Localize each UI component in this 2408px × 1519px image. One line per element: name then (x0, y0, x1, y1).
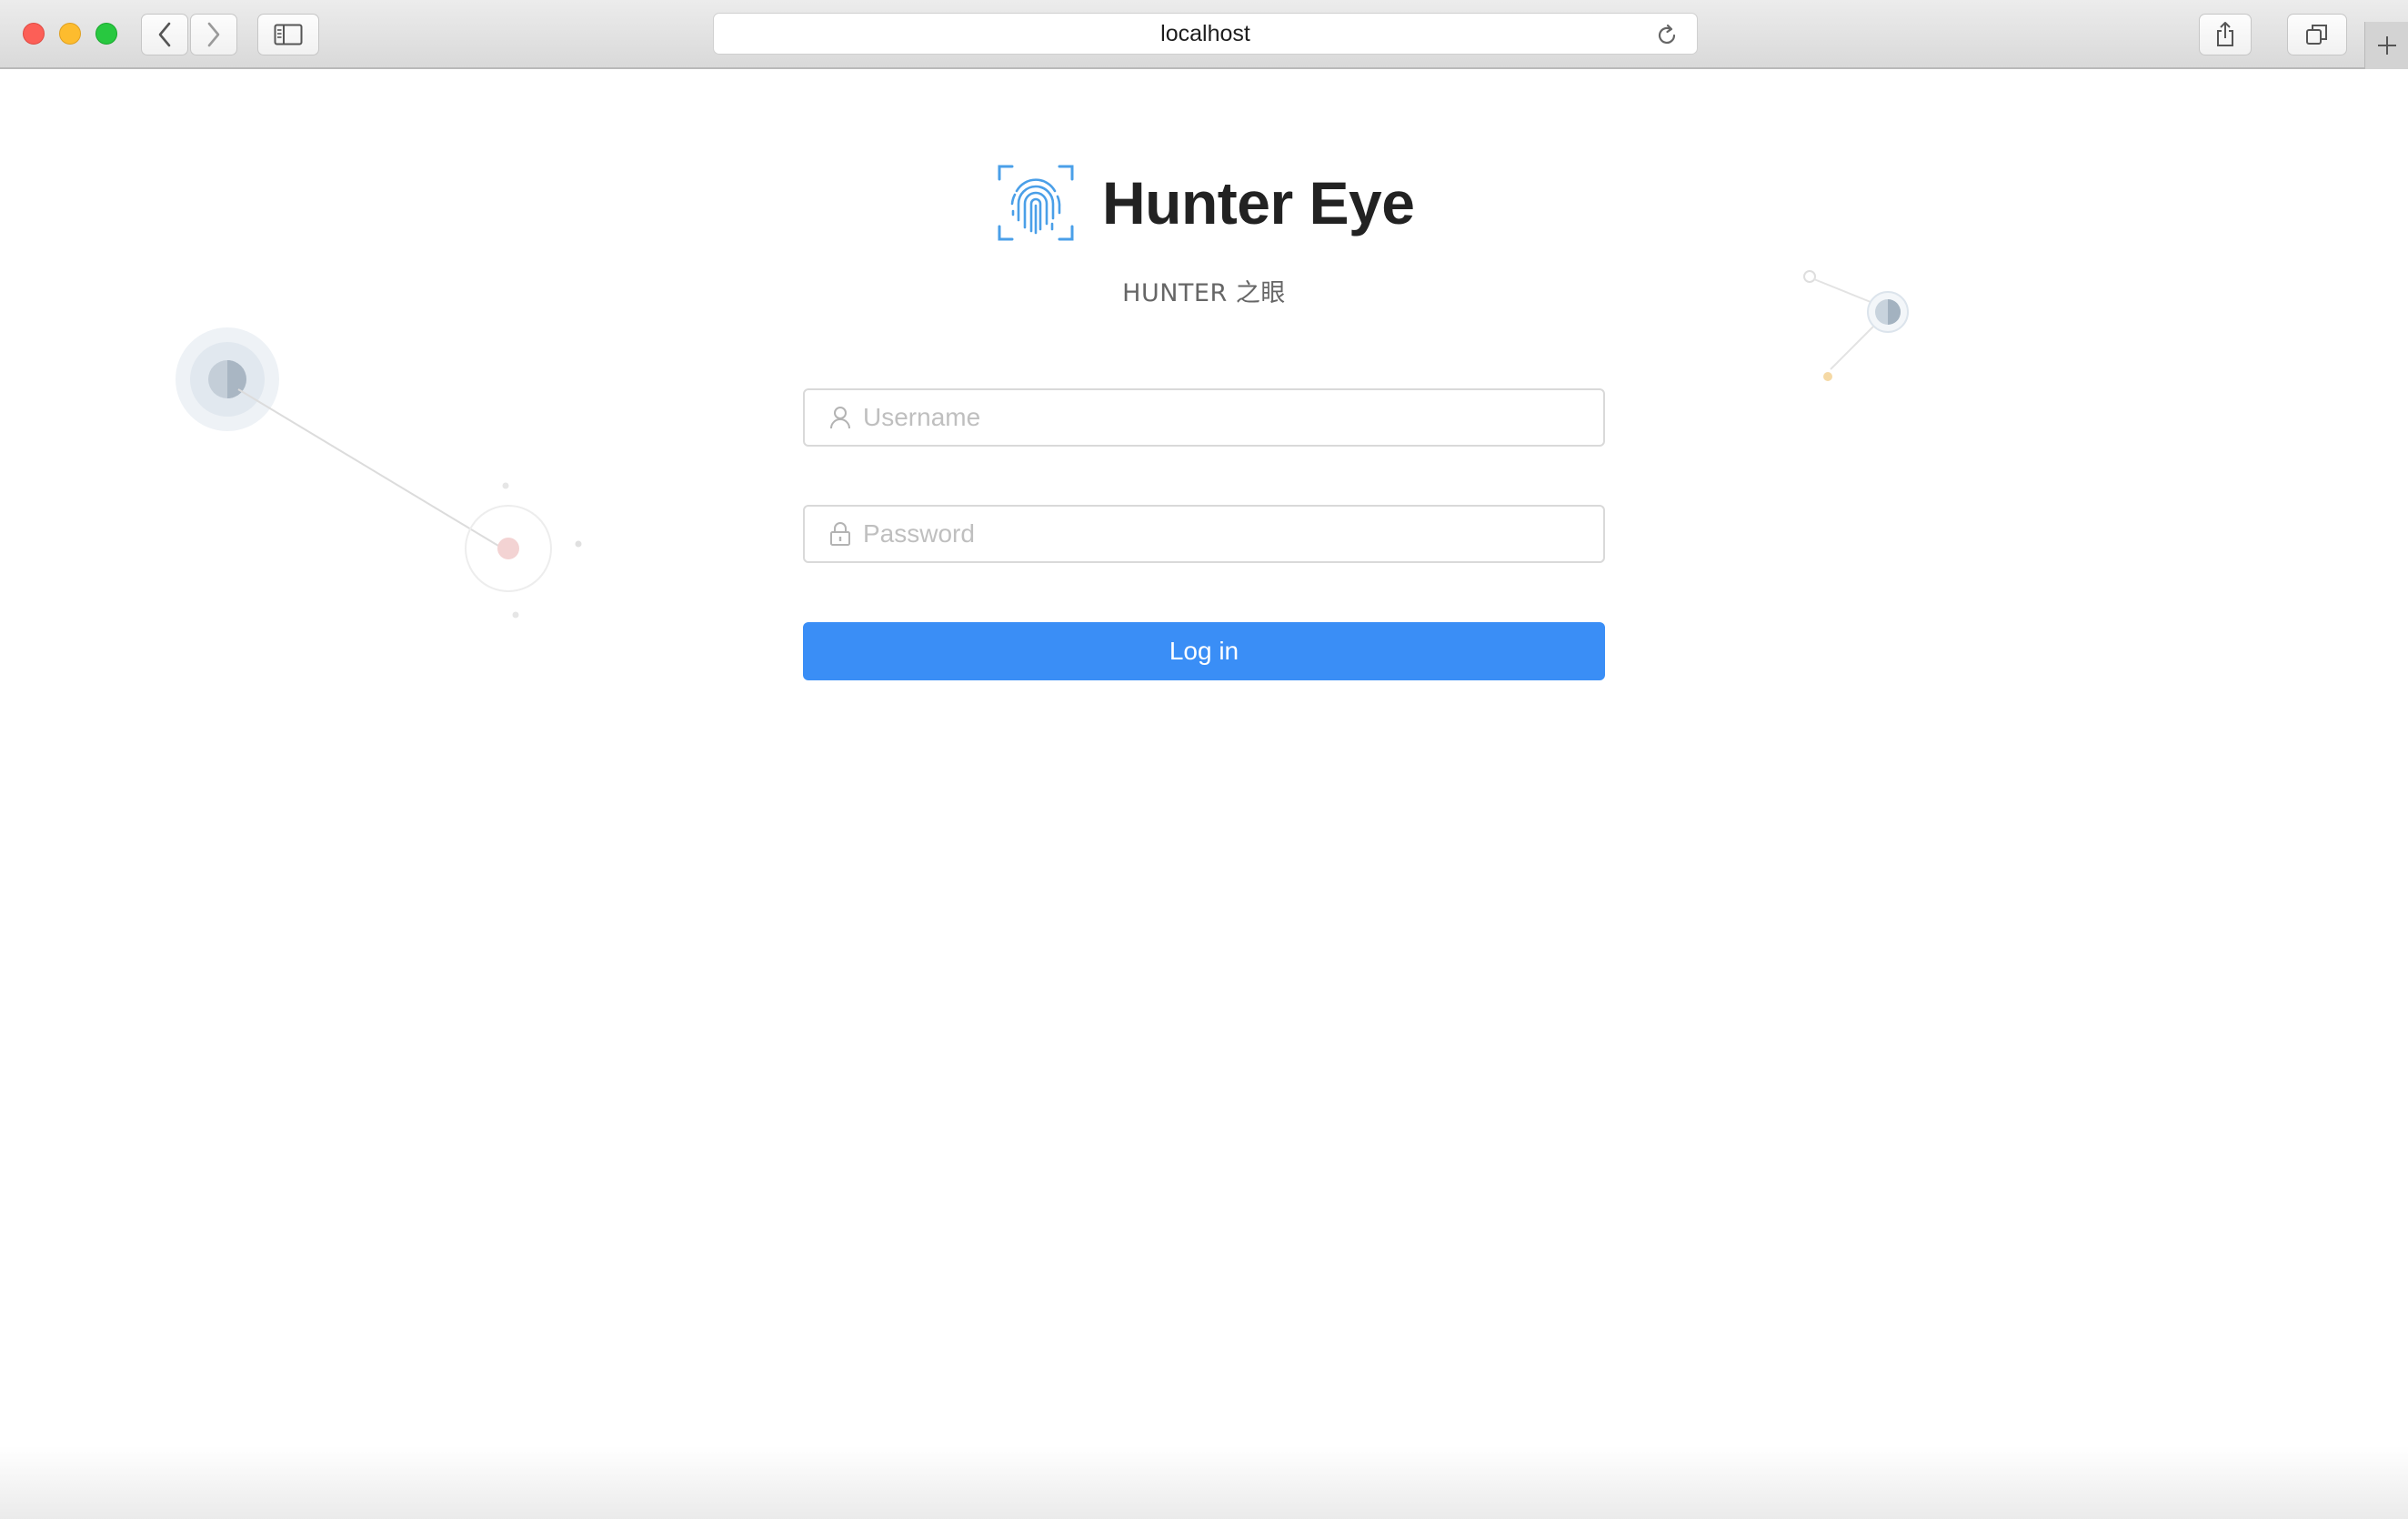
chevron-left-icon (158, 22, 171, 47)
login-page: Hunter Eye HUNTER 之眼 Log in (0, 71, 2408, 1519)
share-button[interactable] (2199, 14, 2252, 55)
share-icon (2217, 22, 2233, 46)
username-field[interactable] (803, 388, 1605, 447)
brand-header: Hunter Eye (997, 162, 1415, 244)
password-field[interactable] (803, 505, 1605, 563)
sidebar-icon (274, 24, 303, 45)
address-bar[interactable]: localhost (713, 13, 1698, 55)
new-tab-button[interactable] (2364, 22, 2408, 69)
brand-title: Hunter Eye (1102, 169, 1415, 236)
user-icon (828, 405, 852, 430)
zoom-window-button[interactable] (95, 23, 117, 45)
reload-icon[interactable] (1655, 24, 1679, 47)
page-bottom-shadow (0, 1446, 2408, 1519)
plus-icon (2377, 36, 2396, 55)
username-input[interactable] (861, 402, 1589, 433)
login-button[interactable]: Log in (803, 622, 1605, 680)
chevron-right-icon (207, 22, 220, 47)
url-text: localhost (1160, 20, 1250, 46)
tab-overview-button[interactable] (2287, 14, 2347, 55)
sidebar-toggle-button[interactable] (257, 14, 319, 55)
tabs-overview-icon (2306, 25, 2327, 45)
back-button[interactable] (141, 14, 188, 55)
forward-button[interactable] (190, 14, 237, 55)
password-input[interactable] (861, 518, 1589, 549)
lock-icon (828, 521, 852, 547)
browser-toolbar: localhost (0, 0, 2408, 69)
brand-subtitle: HUNTER 之眼 (1122, 279, 1286, 307)
close-window-button[interactable] (23, 23, 45, 45)
minimize-window-button[interactable] (59, 23, 81, 45)
fingerprint-icon (998, 165, 1074, 241)
